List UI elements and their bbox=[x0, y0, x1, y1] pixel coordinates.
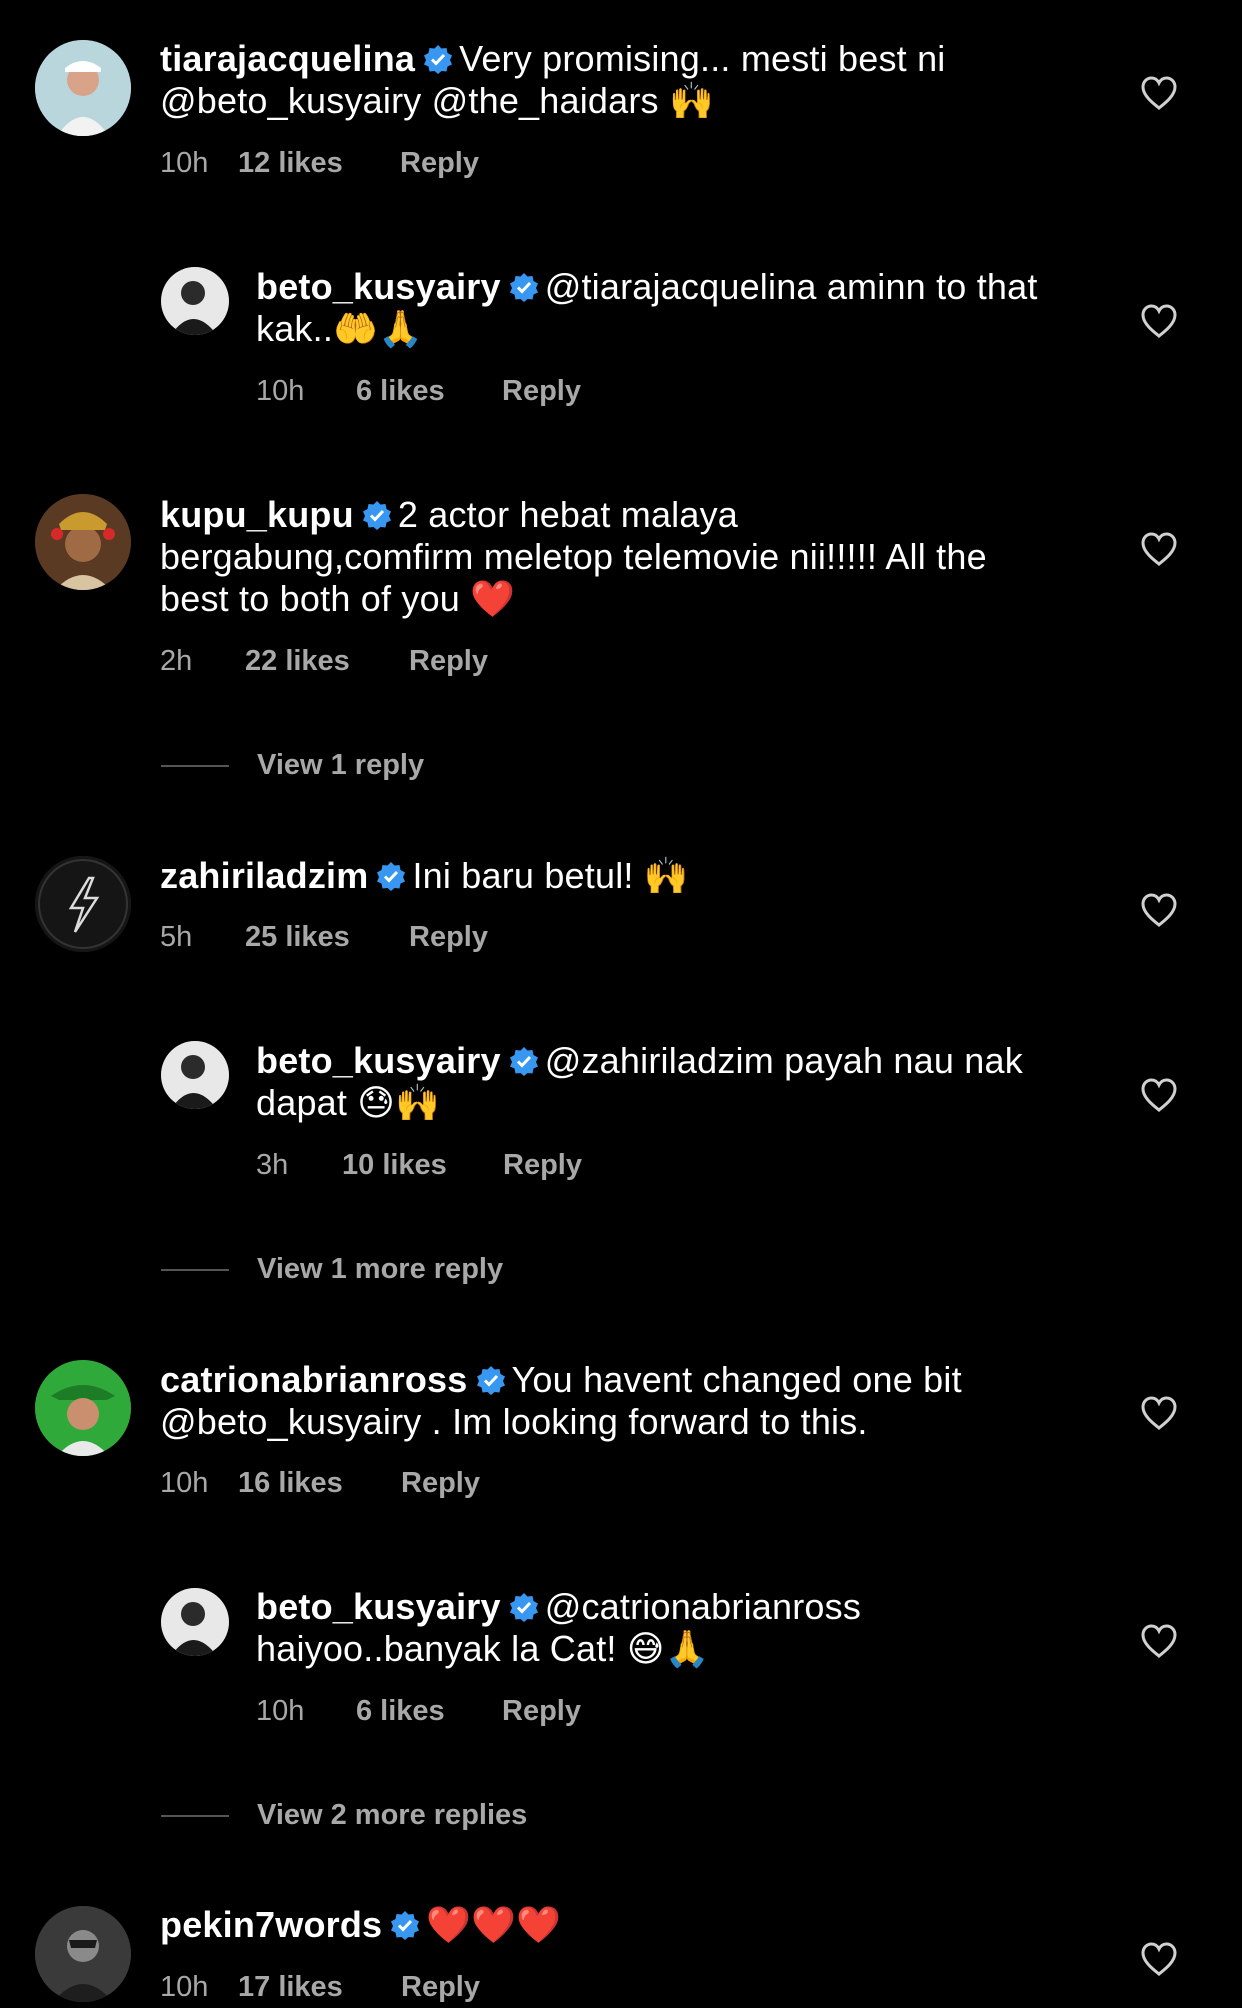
verified-badge-icon bbox=[377, 862, 406, 891]
heart-outline-icon[interactable] bbox=[1140, 76, 1178, 110]
divider bbox=[161, 1815, 229, 1818]
heart-outline-icon[interactable] bbox=[1140, 1078, 1178, 1112]
comment-text: pekin7words ❤️❤️❤️ bbox=[160, 1904, 1060, 1946]
heart-outline-icon[interactable] bbox=[1140, 1942, 1178, 1976]
username[interactable]: beto_kusyairy bbox=[256, 266, 501, 307]
timestamp: 10h bbox=[256, 1695, 305, 1727]
comment-meta: 2h 22 likes Reply bbox=[160, 644, 488, 678]
view-replies-label[interactable]: View 1 reply bbox=[257, 749, 424, 781]
comment-text: catrionabrianross You havent changed one … bbox=[160, 1359, 1060, 1443]
heart-outline-icon[interactable] bbox=[1140, 304, 1178, 338]
verified-badge-icon bbox=[509, 1047, 538, 1076]
avatar[interactable] bbox=[161, 267, 229, 335]
username[interactable]: tiarajacquelina bbox=[160, 38, 415, 79]
timestamp: 2h bbox=[160, 645, 193, 677]
reply-button[interactable]: Reply bbox=[503, 1148, 582, 1182]
timestamp: 5h bbox=[160, 921, 193, 953]
likes-count[interactable]: 10 likes bbox=[342, 1148, 503, 1182]
timestamp: 10h bbox=[160, 147, 209, 179]
comment-text: beto_kusyairy @zahiriladzim payah nau nak… bbox=[256, 1040, 1086, 1124]
heart-outline-icon[interactable] bbox=[1140, 532, 1178, 566]
reply-button[interactable]: Reply bbox=[502, 374, 581, 408]
reply-button[interactable]: Reply bbox=[401, 1970, 480, 2004]
heart-outline-icon[interactable] bbox=[1140, 1624, 1178, 1658]
reply-button[interactable]: Reply bbox=[502, 1694, 581, 1728]
timestamp: 3h bbox=[256, 1149, 289, 1181]
avatar[interactable] bbox=[35, 1360, 131, 1456]
likes-count[interactable]: 22 likes bbox=[245, 644, 409, 678]
username[interactable]: kupu_kupu bbox=[160, 494, 354, 535]
username[interactable]: pekin7words bbox=[160, 1904, 382, 1945]
comment-meta: 10h 6 likes Reply bbox=[256, 1694, 581, 1728]
likes-count[interactable]: 6 likes bbox=[356, 1694, 502, 1728]
view-replies-label[interactable]: View 1 more reply bbox=[257, 1253, 503, 1285]
comment-meta: 10h 6 likes Reply bbox=[256, 374, 581, 408]
username[interactable]: zahiriladzim bbox=[160, 855, 368, 896]
avatar[interactable] bbox=[35, 494, 131, 590]
heart-outline-icon[interactable] bbox=[1140, 893, 1178, 927]
comment-body: Ini baru betul! 🙌 bbox=[412, 855, 689, 896]
verified-badge-icon bbox=[476, 1366, 505, 1395]
reply-button[interactable]: Reply bbox=[400, 146, 479, 180]
username[interactable]: beto_kusyairy bbox=[256, 1586, 501, 1627]
divider bbox=[161, 1269, 229, 1272]
reply-button[interactable]: Reply bbox=[401, 1466, 480, 1500]
avatar[interactable] bbox=[35, 40, 131, 136]
username[interactable]: catrionabrianross bbox=[160, 1359, 468, 1400]
avatar[interactable] bbox=[35, 1906, 131, 2002]
comment-meta: 10h 12 likes Reply bbox=[160, 146, 479, 180]
likes-count[interactable]: 25 likes bbox=[245, 920, 409, 954]
verified-badge-icon bbox=[509, 1593, 538, 1622]
verified-badge-icon bbox=[509, 273, 538, 302]
verified-badge-icon bbox=[424, 45, 453, 74]
timestamp: 10h bbox=[160, 1467, 209, 1499]
comment-text: zahiriladzim Ini baru betul! 🙌 bbox=[160, 855, 1060, 897]
avatar[interactable] bbox=[161, 1041, 229, 1109]
likes-count[interactable]: 16 likes bbox=[238, 1466, 401, 1500]
likes-count[interactable]: 12 likes bbox=[238, 146, 400, 180]
heart-outline-icon[interactable] bbox=[1140, 1396, 1178, 1430]
divider bbox=[161, 765, 229, 768]
comment-body: ❤️❤️❤️ bbox=[426, 1904, 562, 1945]
view-replies-button[interactable]: View 1 reply bbox=[161, 745, 424, 785]
view-replies-label[interactable]: View 2 more replies bbox=[257, 1799, 527, 1831]
likes-count[interactable]: 17 likes bbox=[238, 1970, 401, 2004]
reply-button[interactable]: Reply bbox=[409, 920, 488, 954]
view-replies-button[interactable]: View 1 more reply bbox=[161, 1249, 503, 1289]
comment-text: beto_kusyairy @catrionabrianross haiyoo..… bbox=[256, 1586, 1086, 1670]
comment-meta: 5h 25 likes Reply bbox=[160, 920, 488, 954]
verified-badge-icon bbox=[362, 501, 391, 530]
avatar[interactable] bbox=[35, 856, 131, 952]
view-replies-button[interactable]: View 2 more replies bbox=[161, 1795, 527, 1835]
timestamp: 10h bbox=[160, 1971, 209, 2003]
comment-text: tiarajacquelina Very promising... mesti b… bbox=[160, 38, 1060, 122]
timestamp: 10h bbox=[256, 375, 305, 407]
likes-count[interactable]: 6 likes bbox=[356, 374, 502, 408]
comment-meta: 3h 10 likes Reply bbox=[256, 1148, 582, 1182]
comment-meta: 10h 17 likes Reply bbox=[160, 1970, 480, 2004]
verified-badge-icon bbox=[391, 1911, 420, 1940]
comment-text: kupu_kupu 2 actor hebat malaya bergabung,… bbox=[160, 494, 1060, 620]
comment-meta: 10h 16 likes Reply bbox=[160, 1466, 480, 1500]
avatar[interactable] bbox=[161, 1588, 229, 1656]
reply-button[interactable]: Reply bbox=[409, 644, 488, 678]
comment-text: beto_kusyairy @tiarajacquelina aminn to t… bbox=[256, 266, 1086, 350]
username[interactable]: beto_kusyairy bbox=[256, 1040, 501, 1081]
